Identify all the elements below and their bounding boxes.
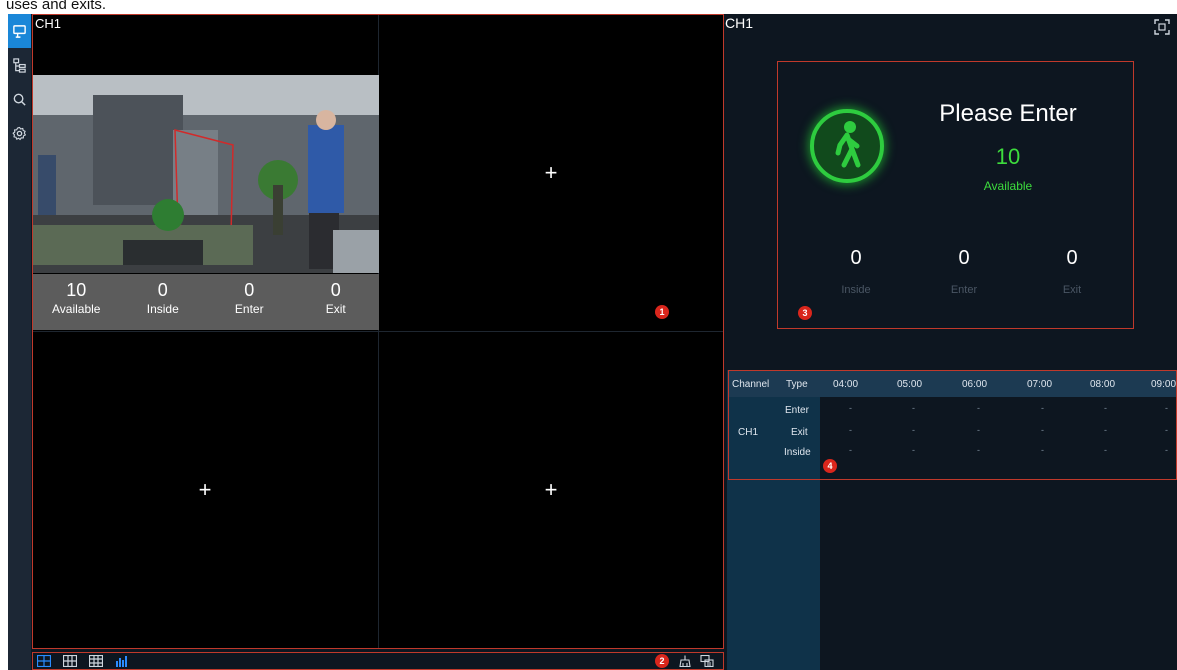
header-cell: 09:00 — [1151, 379, 1177, 390]
table-cell: - — [1165, 445, 1168, 455]
counter-available: 10 Available — [33, 274, 120, 330]
header-cell: 06:00 — [962, 379, 988, 390]
status-message: Please Enter — [939, 100, 1077, 127]
stat-exit: 0 Exit — [1042, 247, 1102, 296]
nvr-app: CH1 10 Available 0 Inside 0 Enter 0 Exit… — [8, 14, 1177, 670]
stat-value: 0 — [958, 247, 970, 269]
panel-title: CH1 — [725, 15, 754, 31]
search-icon — [13, 93, 26, 106]
callout-badge: 3 — [798, 306, 812, 320]
stat-label: Inside — [841, 284, 871, 296]
header-cell: 05:00 — [897, 379, 923, 390]
type-cell: Inside — [784, 447, 811, 458]
header-cell: 04:00 — [833, 379, 859, 390]
table-header: Channel Type 04:00 05:00 06:00 07:00 08:… — [729, 371, 1177, 397]
counter-label: Enter — [234, 302, 264, 316]
header-cell: Type — [786, 379, 808, 390]
table-cell: - — [912, 403, 915, 413]
counter-value: 0 — [244, 280, 255, 300]
available-label: Available — [983, 179, 1033, 193]
bottom-toolbar: 2 — [32, 652, 724, 670]
channel-cell: CH1 — [738, 427, 759, 438]
table-cell: - — [849, 425, 852, 435]
settings-icon — [12, 126, 26, 140]
counter-label: Available — [52, 302, 101, 316]
table-cell: - — [1104, 425, 1107, 435]
stat-inside: 0 Inside — [826, 247, 886, 296]
table-cell: - — [1165, 403, 1168, 413]
callout-badge: 2 — [655, 654, 669, 668]
callout-badge: 1 — [655, 305, 669, 319]
table-cell: - — [912, 445, 915, 455]
page-caption: uses and exits. — [6, 0, 107, 13]
counter-label: Inside — [146, 302, 179, 316]
header-cell: Channel — [732, 379, 770, 390]
add-camera-icon[interactable]: + — [545, 160, 558, 186]
sidebar — [8, 14, 31, 670]
stats-table: Channel Type 04:00 05:00 06:00 07:00 08:… — [728, 370, 1177, 480]
counter-value: 0 — [330, 280, 341, 300]
table-cell: - — [1041, 425, 1044, 435]
header-cell: 07:00 — [1027, 379, 1053, 390]
table-cell: - — [1041, 445, 1044, 455]
stat-value: 0 — [1066, 247, 1078, 269]
live-view-grid: CH1 10 Available 0 Inside 0 Enter 0 Exit… — [32, 14, 724, 649]
sidebar-item-live-view[interactable] — [8, 14, 31, 48]
video-cell-3[interactable]: + — [33, 332, 379, 648]
video-cell-2[interactable]: + 1 — [379, 15, 723, 332]
video-cell-1[interactable]: CH1 10 Available 0 Inside 0 Enter 0 Exit — [33, 15, 379, 332]
sidebar-item-search[interactable] — [8, 82, 31, 116]
live-view-icon — [13, 24, 26, 38]
table-cell: - — [912, 425, 915, 435]
channel-label: CH1 — [35, 16, 62, 31]
counter-value: 10 — [66, 280, 87, 300]
table-cell: - — [849, 403, 852, 413]
layout-1x1-icon[interactable] — [37, 655, 51, 667]
add-camera-icon[interactable]: + — [545, 477, 558, 503]
stat-enter: 0 Enter — [934, 247, 994, 296]
table-cell: - — [977, 445, 980, 455]
table-cell: - — [849, 445, 852, 455]
video-cell-4[interactable]: + — [379, 332, 723, 648]
table-cell: - — [1104, 445, 1107, 455]
available-value: 10 — [995, 144, 1021, 169]
sidebar-item-settings[interactable] — [8, 116, 31, 150]
counter-label: Exit — [325, 302, 346, 316]
table-cell: - — [1041, 403, 1044, 413]
clear-icon[interactable] — [678, 655, 692, 667]
sidebar-item-devices[interactable] — [8, 48, 31, 82]
table-cell: - — [977, 425, 980, 435]
counter-value: 0 — [157, 280, 168, 300]
table-cell: - — [1165, 425, 1168, 435]
add-camera-icon[interactable]: + — [199, 477, 212, 503]
people-count-icon[interactable] — [115, 655, 129, 667]
layout-3x3-icon[interactable] — [89, 655, 103, 667]
stat-value: 0 — [850, 247, 862, 269]
stat-label: Enter — [950, 284, 978, 296]
counter-inside: 0 Inside — [120, 274, 207, 330]
fullscreen-icon[interactable] — [1154, 19, 1170, 35]
header-cell: 08:00 — [1090, 379, 1116, 390]
device-tree-icon — [13, 57, 26, 73]
counter-enter: 0 Enter — [206, 274, 293, 330]
table-cell: - — [1104, 403, 1107, 413]
stat-label: Exit — [1062, 284, 1082, 296]
table-cell: - — [977, 403, 980, 413]
callout-badge: 4 — [823, 459, 837, 473]
layout-2x2-icon[interactable] — [63, 655, 77, 667]
counter-bar: 10 Available 0 Inside 0 Enter 0 Exit — [33, 274, 379, 330]
camera-feed — [33, 75, 379, 273]
occupancy-status-panel: Please Enter 10 Available 0 Inside 0 Ent… — [777, 61, 1134, 329]
pedestrian-icon — [810, 109, 884, 183]
counter-exit: 0 Exit — [293, 274, 380, 330]
export-icon[interactable] — [700, 655, 714, 667]
type-cell: Enter — [785, 405, 809, 416]
type-cell: Exit — [791, 427, 808, 438]
